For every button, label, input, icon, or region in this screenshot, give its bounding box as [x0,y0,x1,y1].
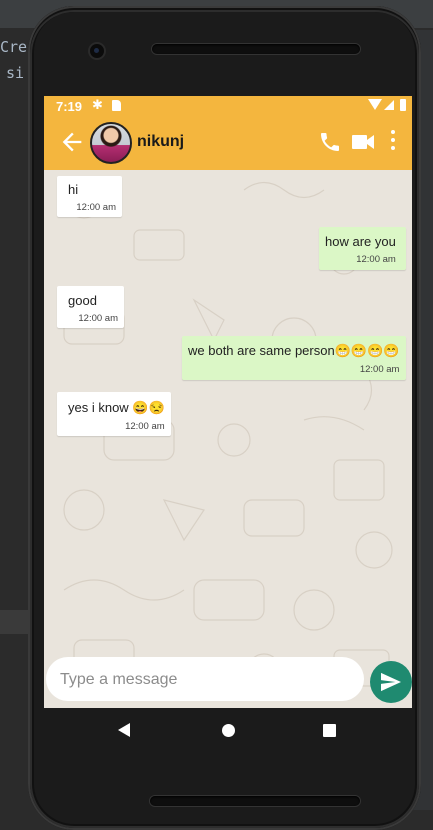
message-bubble-incoming[interactable]: hi 12:00 am [57,176,122,217]
message-text: we both are same person😁😁😁😁 [188,343,400,358]
wifi-icon [368,99,382,110]
ide-code-fragment: Cre [0,38,28,56]
message-text: how are you [325,234,396,249]
message-time: 12:00 am [76,202,116,213]
signal-icon [384,100,394,110]
status-time: 7:19 [56,99,83,114]
chat-toolbar: nikunj [44,116,412,170]
back-arrow-icon[interactable] [58,128,86,156]
message-composer [46,657,364,701]
ide-code-fragment: si [6,64,25,82]
message-time: 12:00 am [359,364,400,375]
ide-panel [0,610,30,634]
message-bubble-incoming[interactable]: good 12:00 am [57,286,124,328]
battery-icon [400,99,406,111]
nav-home-icon[interactable] [222,724,235,737]
message-text: yes i know 😄😒 [68,400,165,415]
message-bubble-outgoing[interactable]: we both are same person😁😁😁😁 12:00 am [182,336,407,380]
gear-icon: ✱ [92,97,103,112]
earpiece-speaker [152,44,360,54]
message-bubble-incoming[interactable]: yes i know 😄😒 12:00 am [57,392,171,436]
nav-recents-icon[interactable] [323,724,336,737]
message-list[interactable]: hi 12:00 am how are you 12:00 am good 12… [44,170,412,708]
more-vert-icon[interactable] [390,130,396,154]
front-camera [90,44,104,58]
contact-name[interactable]: nikunj [137,133,184,151]
message-input[interactable] [58,667,352,693]
message-time: 12:00 am [78,313,118,324]
phone-screen: 7:19 ✱ nikunj hi 12:00 am how are you 12… [44,96,412,708]
bottom-speaker [150,796,360,806]
video-camera-icon[interactable] [351,132,375,152]
nav-back-icon[interactable] [118,723,130,737]
message-text: good [68,293,97,308]
send-button[interactable] [370,661,412,703]
message-bubble-outgoing[interactable]: how are you 12:00 am [319,227,406,270]
message-time: 12:00 am [356,254,396,265]
send-icon [381,672,401,692]
phone-icon[interactable] [318,130,342,154]
message-time: 12:00 am [125,421,165,432]
status-bar: 7:19 ✱ [44,96,412,116]
sd-card-icon [112,100,121,111]
avatar[interactable] [90,122,132,164]
message-text: hi [68,182,79,197]
